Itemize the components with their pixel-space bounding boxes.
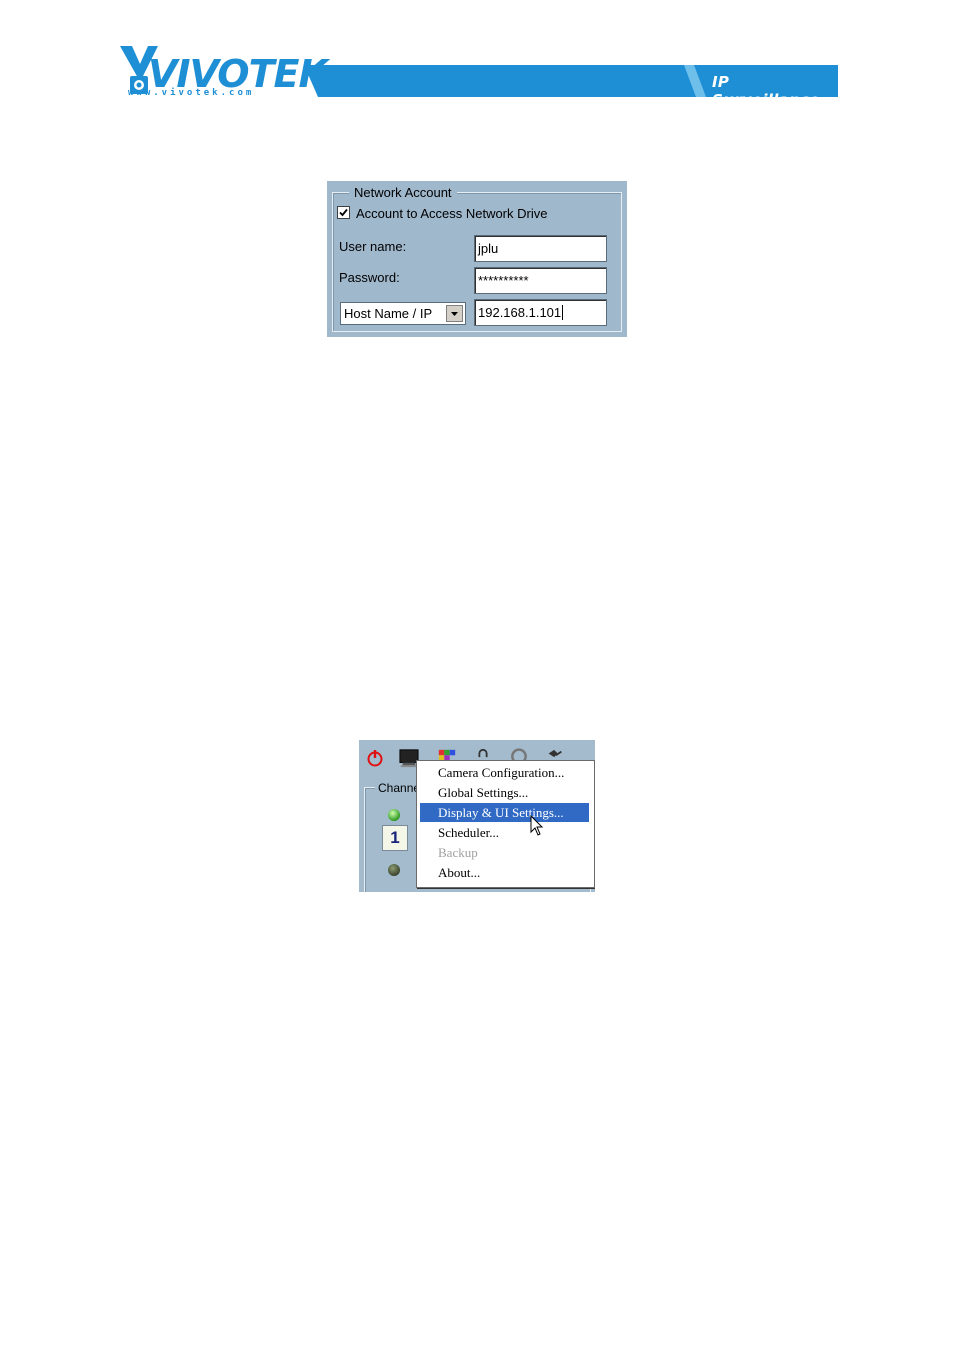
password-field[interactable]: **********	[474, 267, 607, 294]
password-label: Password:	[339, 270, 400, 285]
network-drive-checkbox[interactable]	[337, 206, 350, 219]
checkbox-label: Account to Access Network Drive	[356, 206, 548, 221]
menu-item-scheduler[interactable]: Scheduler...	[420, 823, 589, 842]
dropdown-arrow-button[interactable]	[446, 305, 463, 322]
network-account-panel: Network Account Account to Access Networ…	[327, 181, 627, 337]
header-tagline: IP Surveillance	[712, 73, 820, 109]
app-toolbar-screen: Channe 1 Camera Configuration... Global …	[359, 740, 595, 892]
host-type-select[interactable]: Host Name / IP	[340, 302, 466, 325]
text-caret	[562, 305, 564, 320]
channel-number-button[interactable]: 1	[382, 825, 408, 851]
username-label: User name:	[339, 239, 407, 254]
power-icon[interactable]	[365, 748, 385, 768]
mouse-cursor-icon	[530, 815, 544, 836]
menu-item-about[interactable]: About...	[420, 863, 589, 882]
channel-status-led-inactive	[388, 864, 400, 876]
checkmark-icon	[339, 208, 348, 217]
chevron-down-icon	[451, 312, 458, 316]
menu-item-global-settings[interactable]: Global Settings...	[420, 783, 589, 802]
menu-item-camera-configuration[interactable]: Camera Configuration...	[420, 763, 589, 782]
header: VIVOTEK www.vivotek.com IP Surveillance	[118, 40, 838, 109]
menu-item-display-ui-settings[interactable]: Display & UI Settings...	[420, 803, 589, 822]
host-ip-value: 192.168.1.101	[478, 305, 562, 320]
brand-url: www.vivotek.com	[128, 88, 255, 98]
host-type-value: Host Name / IP	[344, 306, 433, 321]
settings-context-menu: Camera Configuration... Global Settings.…	[416, 760, 595, 888]
channel-status-led-active	[388, 809, 400, 821]
host-ip-field[interactable]: 192.168.1.101	[474, 299, 607, 326]
username-field[interactable]: jplu	[474, 235, 607, 262]
menu-item-backup: Backup	[438, 845, 478, 860]
group-legend: Network Account	[349, 185, 457, 200]
